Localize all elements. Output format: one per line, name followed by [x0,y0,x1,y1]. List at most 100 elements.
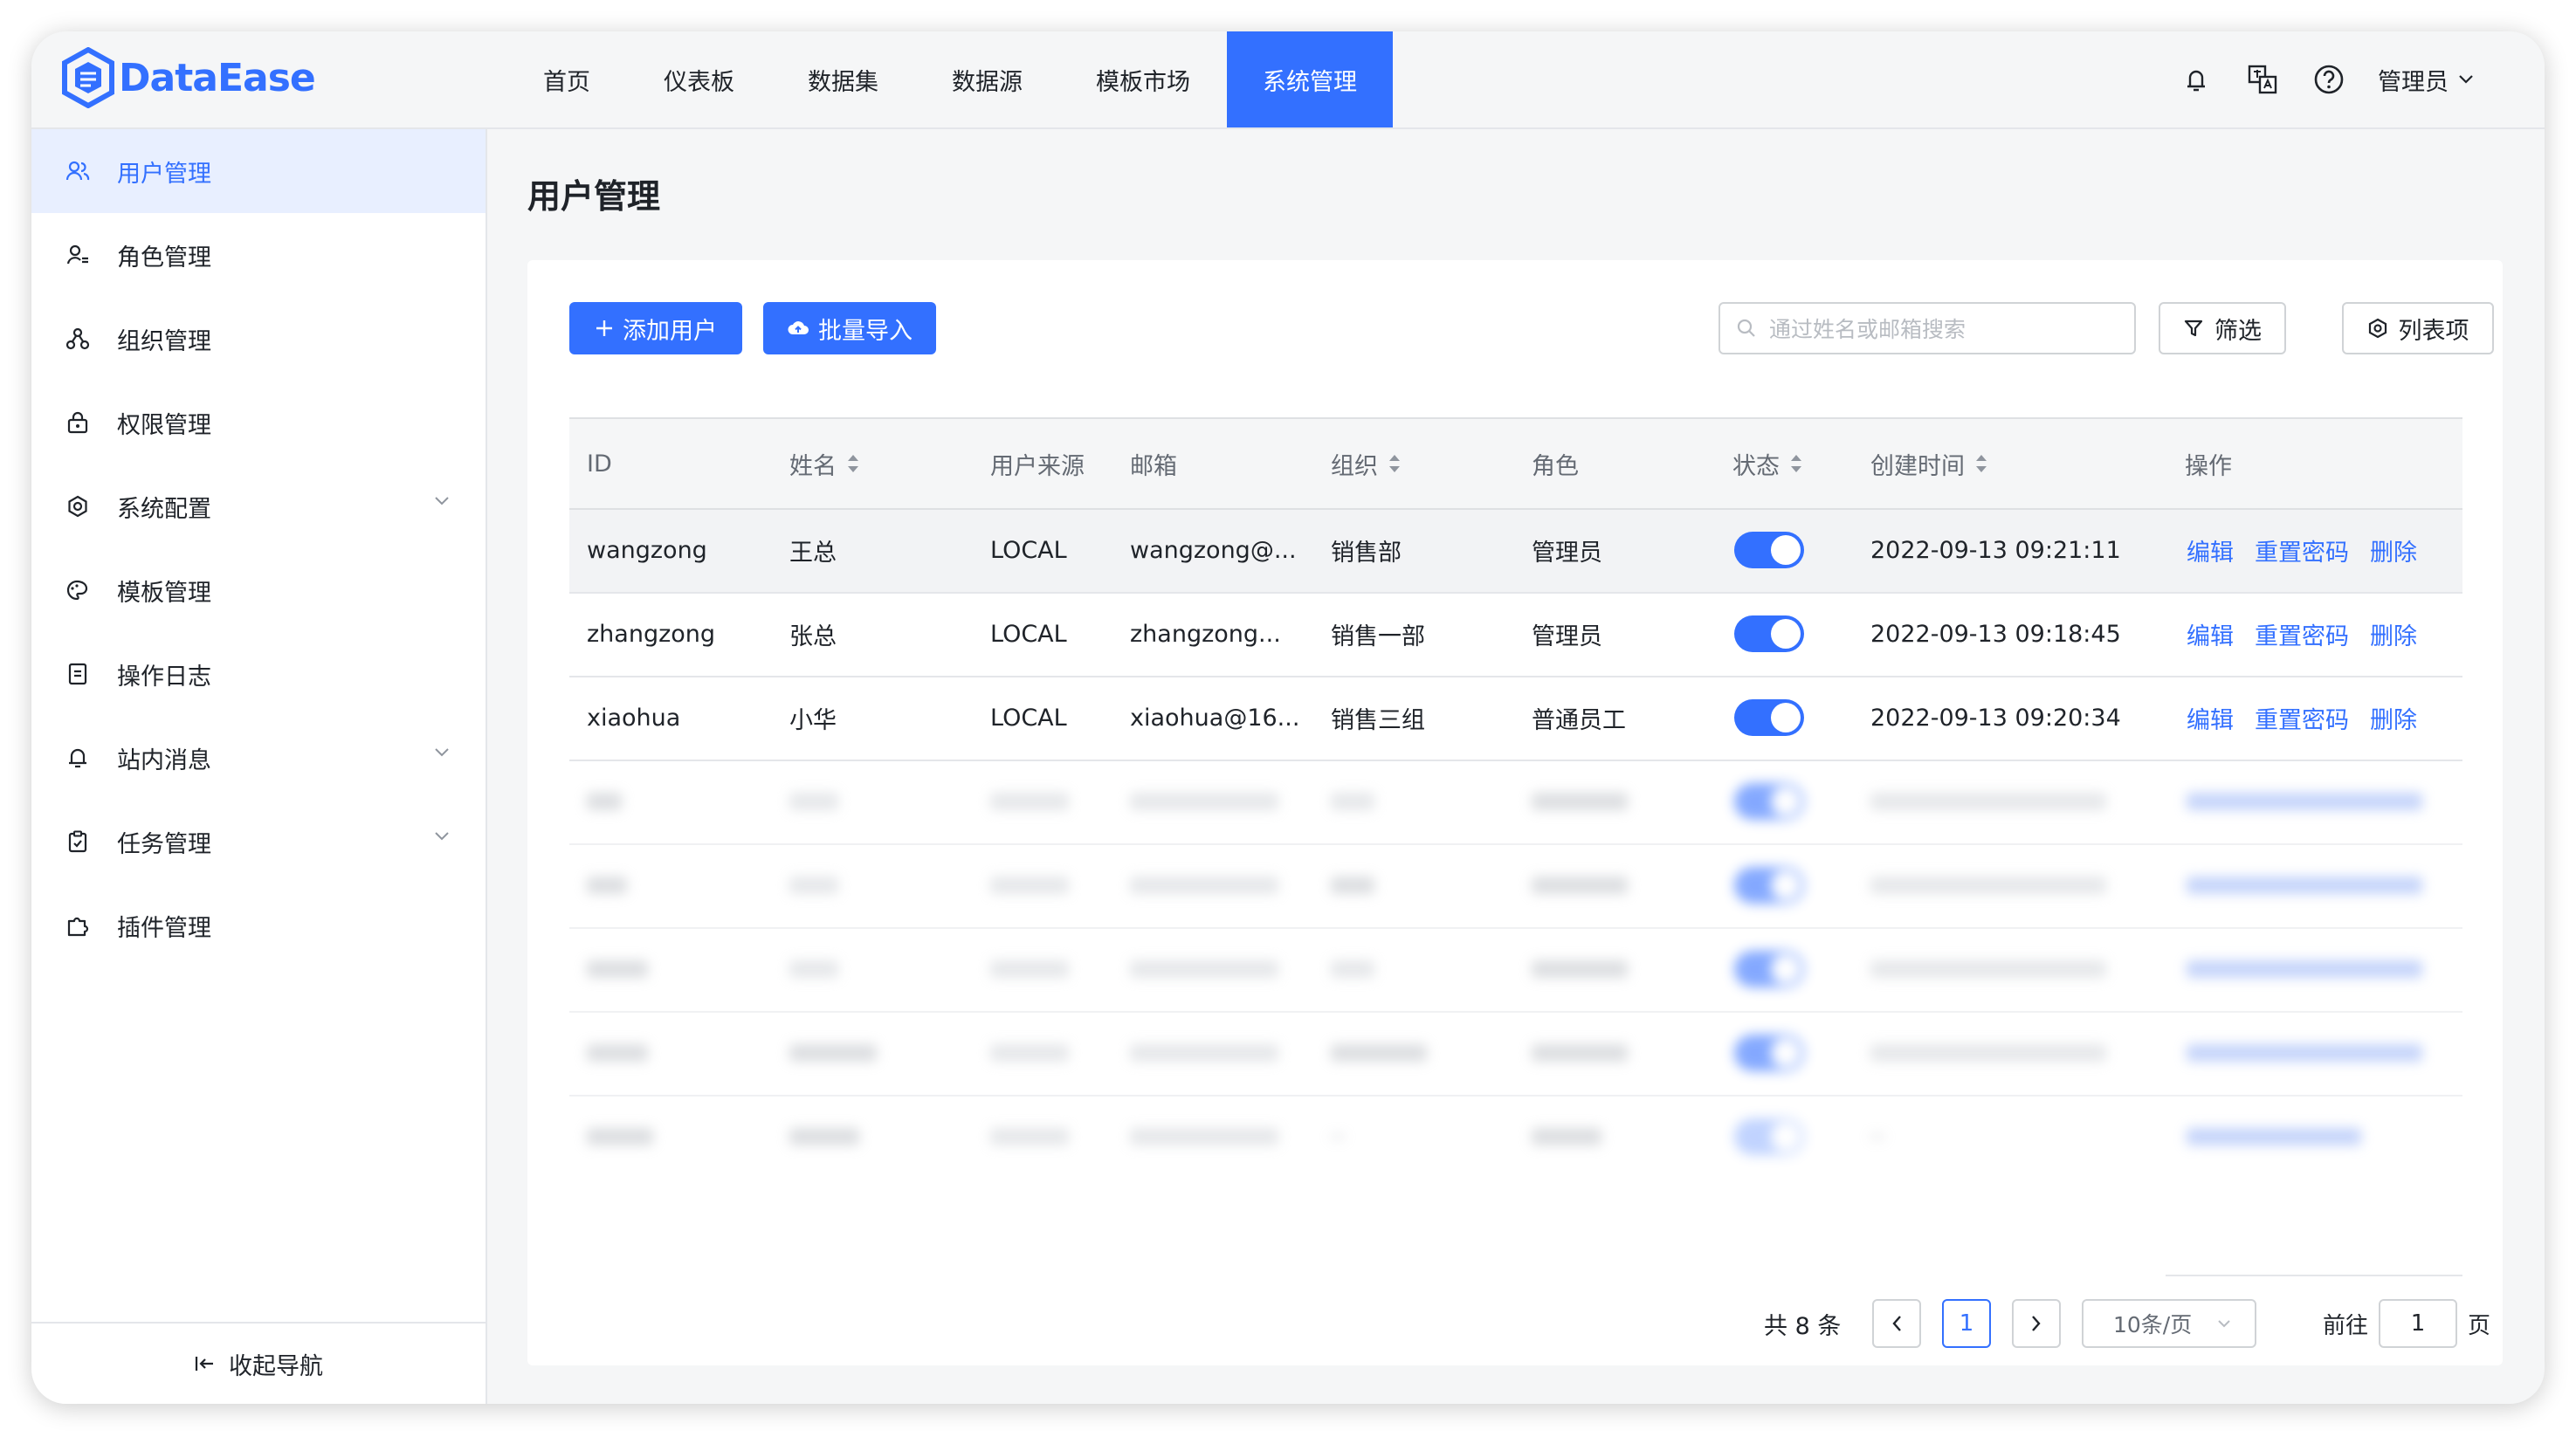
filter-label: 筛选 [2214,317,2262,345]
reset-password-link[interactable]: 重置密码 [2255,617,2349,651]
cell-email: wangzong@... [1130,536,1297,564]
toggle-knob [1771,703,1801,732]
table-row[interactable]: wangzong 王总 LOCAL wangzong@... 销售部 管理员 2… [569,510,2462,594]
toggle-knob [1771,619,1801,649]
prev-page-button[interactable] [1872,1299,1921,1348]
sidebar-item-label: 组织管理 [117,327,211,355]
user-menu[interactable]: 管理员 [2378,63,2475,97]
table-row[interactable]: xiaohua 小华 LOCAL xiaohua@16... 销售三组 普通员工… [569,677,2462,761]
search-input[interactable]: 通过姓名或邮箱搜索 [1718,302,2136,354]
user-table: ID 姓名 用户来源 邮箱 组织 角色 状态 创建时间 操作 wangzong … [569,417,2462,1179]
column-header-created-time[interactable]: 创建时间 [1870,419,1989,508]
nav-item-template-market[interactable]: 模板市场 [1059,31,1227,127]
column-header-role[interactable]: 角色 [1532,419,1579,508]
delete-link[interactable]: 删除 [2370,701,2417,735]
search-placeholder: 通过姓名或邮箱搜索 [1769,317,1966,342]
toggle-knob [1771,535,1801,565]
batch-import-button[interactable]: 批量导入 [763,302,936,354]
lock-icon [65,409,91,436]
cell-name: 张总 [789,622,837,650]
sidebar-item-plugin-management[interactable]: 插件管理 [31,884,486,967]
cell-email: xiaohua@16... [1130,704,1300,732]
sidebar-item-role-management[interactable]: 角色管理 [31,213,486,297]
nav-item-dataset[interactable]: 数据集 [771,31,915,127]
logo-text: DataEase [119,55,316,100]
language-translate-icon[interactable] [2245,62,2280,97]
help-icon[interactable] [2311,62,2346,97]
table-row[interactable]: zhangzong 张总 LOCAL zhangzong... 销售一部 管理员… [569,594,2462,677]
cell-id: zhangzong [587,620,716,648]
chevron-down-icon [2218,1320,2230,1328]
sidebar-item-task-management[interactable]: 任务管理 [31,800,486,884]
reset-password-link[interactable]: 重置密码 [2255,533,2349,567]
sidebar-item-messages[interactable]: 站内消息 [31,716,486,800]
sidebar-item-user-management[interactable]: 用户管理 [31,129,486,213]
sidebar-item-label: 操作日志 [117,663,211,691]
column-header-source[interactable]: 用户来源 [990,419,1085,508]
bell-icon [65,745,91,771]
edit-link[interactable]: 编辑 [2187,701,2234,735]
page-number-button[interactable]: 1 [1942,1299,1991,1348]
delete-link[interactable]: 删除 [2370,533,2417,567]
cell-role: 管理员 [1532,539,1602,567]
notification-bell-icon[interactable] [2179,62,2214,97]
chevron-right-icon [2032,1316,2041,1331]
edit-link[interactable]: 编辑 [2187,533,2234,567]
column-header-id[interactable]: ID [587,419,612,508]
sidebar-item-permission-management[interactable]: 权限管理 [31,381,486,464]
filter-button[interactable]: 筛选 [2159,302,2286,354]
cell-id: wangzong [587,536,707,564]
cell-org: 销售部 [1331,539,1402,567]
table-row-blurred [569,761,2462,845]
logo[interactable]: DataEase [61,47,316,108]
page-size-select[interactable]: 10条/页 [2082,1299,2256,1348]
page-size-label: 10条/页 [2113,1312,2193,1337]
pagination-total: 共 8 条 [1764,1312,1842,1340]
cell-role: 普通员工 [1532,706,1626,734]
pagination-divider [2166,1275,2462,1276]
cell-id: xiaohua [587,704,681,732]
column-header-status[interactable]: 状态 [1732,419,1804,508]
nav-item-dashboard[interactable]: 仪表板 [627,31,771,127]
sidebar-item-label: 用户管理 [117,160,211,188]
column-settings-button[interactable]: 列表项 [2342,302,2494,354]
reset-password-link[interactable]: 重置密码 [2255,701,2349,735]
edit-link[interactable]: 编辑 [2187,617,2234,651]
column-settings-label: 列表项 [2398,317,2469,345]
sort-icon [1976,455,1987,472]
main-nav: 首页 仪表板 数据集 数据源 模板市场 系统管理 [506,31,1393,127]
sidebar-item-label: 角色管理 [117,244,211,272]
sort-icon [1389,455,1400,472]
status-toggle[interactable] [1734,532,1804,568]
cell-role: 管理员 [1532,622,1602,650]
sidebar-item-system-config[interactable]: 系统配置 [31,464,486,548]
column-header-org[interactable]: 组织 [1331,419,1402,508]
sidebar-item-label: 模板管理 [117,579,211,607]
cell-email: zhangzong... [1130,620,1281,648]
next-page-button[interactable] [2012,1299,2061,1348]
cell-name: 小华 [789,706,837,734]
nav-item-home[interactable]: 首页 [506,31,627,127]
chevron-left-icon [1892,1316,1901,1331]
add-user-button[interactable]: 添加用户 [569,302,742,354]
sort-icon [848,455,858,472]
status-toggle[interactable] [1734,615,1804,652]
collapse-arrow-icon [195,1357,213,1371]
sidebar-item-org-management[interactable]: 组织管理 [31,297,486,381]
column-header-name[interactable]: 姓名 [789,419,861,508]
status-toggle[interactable] [1734,699,1804,736]
users-icon [65,158,91,184]
sidebar-item-label: 插件管理 [117,914,211,942]
collapse-nav-button[interactable]: 收起导航 [31,1322,486,1404]
nav-item-system-management[interactable]: 系统管理 [1227,31,1393,127]
sidebar-item-template-management[interactable]: 模板管理 [31,548,486,632]
column-header-email[interactable]: 邮箱 [1130,419,1177,508]
cell-created-time: 2022-09-13 09:20:34 [1870,704,2121,732]
goto-page-input[interactable]: 1 [2379,1299,2458,1348]
nav-item-datasource[interactable]: 数据源 [915,31,1059,127]
page-suffix-label: 页 [2468,1312,2491,1339]
page-title: 用户管理 [527,177,661,216]
table-row-blurred [569,1097,2462,1179]
delete-link[interactable]: 删除 [2370,617,2417,651]
sidebar-item-operation-log[interactable]: 操作日志 [31,632,486,716]
